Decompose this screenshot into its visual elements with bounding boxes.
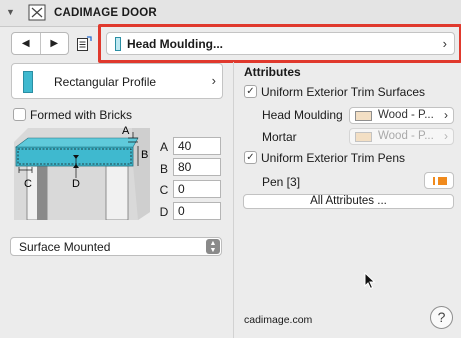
material-swatch <box>355 111 372 121</box>
pen-label: Pen [3] <box>262 175 301 189</box>
formed-with-bricks-checkbox[interactable] <box>13 108 26 121</box>
head-moulding-material-select[interactable]: Wood - P... › <box>349 107 454 124</box>
field-label-a: A <box>159 140 168 154</box>
field-label-c: C <box>159 183 169 197</box>
chevron-right-icon: ▶ <box>50 38 59 49</box>
field-d-input[interactable]: 0 <box>173 202 221 220</box>
diagram-label-d: D <box>72 178 80 190</box>
help-button[interactable]: ? <box>430 306 453 329</box>
profile-label: Rectangular Profile <box>54 75 157 89</box>
pen-color-swatch <box>438 177 447 185</box>
pen-color-swatch <box>433 177 435 185</box>
mount-type-select[interactable]: Surface Mounted ▲ ▼ <box>10 237 222 256</box>
formed-with-bricks-label: Formed with Bricks <box>30 108 133 122</box>
diagram-label-b: B <box>141 149 148 161</box>
updown-stepper-icon: ▲ ▼ <box>206 239 220 254</box>
field-a-input[interactable]: 40 <box>173 137 221 155</box>
attributes-heading: Attributes <box>244 65 301 79</box>
collapse-triangle-icon[interactable]: ▼ <box>6 7 15 17</box>
head-moulding-material-value: Wood - P... <box>378 109 434 121</box>
uniform-surfaces-label: Uniform Exterior Trim Surfaces <box>261 85 426 99</box>
checkmark-icon: ✓ <box>246 151 255 163</box>
profile-button[interactable]: Rectangular Profile › <box>11 63 223 99</box>
moulding-diagram: A B C D <box>14 125 150 220</box>
mouse-pointer-icon <box>364 272 376 290</box>
mount-type-value: Surface Mounted <box>19 240 111 254</box>
page-selector-dropdown[interactable]: Head Moulding... › <box>106 32 455 55</box>
website-label: cadimage.com <box>244 314 313 326</box>
chevron-right-icon: › <box>444 108 448 122</box>
next-button[interactable]: ▶ <box>39 33 69 54</box>
door-object-icon <box>28 4 46 21</box>
panel-title: CADIMAGE DOOR <box>54 7 157 19</box>
chevron-right-icon: › <box>444 129 448 143</box>
diagram-label-a: A <box>122 125 130 137</box>
mortar-label: Mortar <box>262 130 297 144</box>
previous-button[interactable]: ◀ <box>12 33 40 54</box>
page-selector-label: Head Moulding... <box>127 37 223 51</box>
all-attributes-button[interactable]: All Attributes ... <box>243 194 454 209</box>
rectangular-profile-icon <box>23 71 33 93</box>
chevron-left-icon: ◀ <box>21 38 30 49</box>
material-swatch <box>355 132 372 142</box>
head-moulding-label: Head Moulding <box>262 108 343 122</box>
field-b-input[interactable]: 80 <box>173 158 221 176</box>
settings-list-icon <box>77 35 92 51</box>
mortar-material-value: Wood - P... <box>378 130 434 142</box>
field-c-input[interactable]: 0 <box>173 180 221 198</box>
chevron-right-icon: › <box>211 73 216 88</box>
uniform-surfaces-checkbox[interactable]: ✓ <box>244 85 257 98</box>
nav-button-group: ◀ ▶ <box>11 32 69 55</box>
panel-divider <box>233 62 234 338</box>
checkmark-icon: ✓ <box>246 85 255 97</box>
diagram-label-c: C <box>24 178 32 190</box>
field-label-b: B <box>159 162 168 176</box>
field-label-d: D <box>159 205 169 219</box>
uniform-pens-checkbox[interactable]: ✓ <box>244 151 257 164</box>
page-list-button[interactable] <box>72 32 96 55</box>
pen-select-button[interactable] <box>424 172 454 189</box>
panel-header[interactable]: ▼ CADIMAGE DOOR <box>0 0 461 27</box>
moulding-profile-icon <box>115 37 121 51</box>
mortar-material-select[interactable]: Wood - P... › <box>349 128 454 145</box>
uniform-pens-label: Uniform Exterior Trim Pens <box>261 151 406 165</box>
chevron-right-icon: › <box>442 36 447 51</box>
